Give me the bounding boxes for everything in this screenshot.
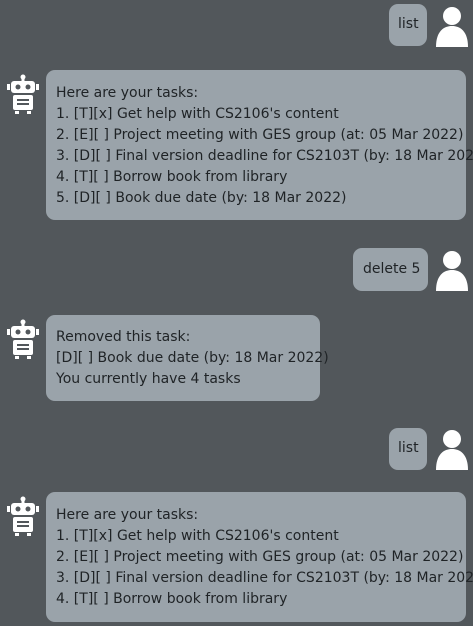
message-line: list bbox=[398, 16, 419, 32]
message-line: You currently have 4 tasks bbox=[56, 371, 241, 387]
bot-message-row: Here are your tasks: 1. [T][x] Get help … bbox=[0, 70, 473, 220]
message-line: 3. [D][ ] Final version deadline for CS2… bbox=[56, 148, 473, 164]
user-message-bubble: list bbox=[389, 428, 427, 470]
message-line: 4. [T][ ] Borrow book from library bbox=[56, 169, 288, 185]
user-message-bubble: list bbox=[389, 4, 427, 46]
message-line: [D][ ] Book due date (by: 18 Mar 2022) bbox=[56, 350, 329, 366]
message-line: 1. [T][x] Get help with CS2106's content bbox=[56, 106, 339, 122]
robot-avatar-icon bbox=[6, 74, 40, 114]
bot-message-row: Here are your tasks: 1. [T][x] Get help … bbox=[0, 492, 473, 622]
message-line: delete 5 bbox=[363, 261, 421, 277]
bot-message-bubble: Removed this task: [D][ ] Book due date … bbox=[46, 315, 329, 401]
user-message-row: list bbox=[0, 424, 473, 484]
message-line: 5. [D][ ] Book due date (by: 18 Mar 2022… bbox=[56, 190, 347, 206]
bot-message-row: Removed this task: [D][ ] Book due date … bbox=[0, 315, 473, 401]
message-line: 1. [T][x] Get help with CS2106's content bbox=[56, 528, 339, 544]
message-line: Removed this task: bbox=[56, 329, 191, 345]
robot-avatar-icon bbox=[6, 496, 40, 536]
bot-message-bubble: Here are your tasks: 1. [T][x] Get help … bbox=[46, 70, 473, 220]
message-line: list bbox=[398, 440, 419, 456]
user-message-row: list bbox=[0, 0, 473, 60]
user-avatar-icon bbox=[434, 247, 470, 291]
message-line: 2. [E][ ] Project meeting with GES group… bbox=[56, 549, 464, 565]
user-avatar-icon bbox=[434, 426, 470, 470]
bot-message-bubble: Here are your tasks: 1. [T][x] Get help … bbox=[46, 492, 473, 622]
message-line: 4. [T][ ] Borrow book from library bbox=[56, 591, 288, 607]
message-line: 2. [E][ ] Project meeting with GES group… bbox=[56, 127, 464, 143]
user-message-bubble: delete 5 bbox=[353, 248, 428, 291]
message-line: 3. [D][ ] Final version deadline for CS2… bbox=[56, 570, 473, 586]
message-line: Here are your tasks: bbox=[56, 507, 199, 523]
robot-avatar-icon bbox=[6, 319, 40, 359]
message-line: Here are your tasks: bbox=[56, 85, 199, 101]
user-message-row: delete 5 bbox=[0, 244, 473, 304]
user-avatar-icon bbox=[434, 3, 470, 47]
chat-transcript: list Here are your tasks: 1. [T][x] Get … bbox=[0, 0, 473, 626]
